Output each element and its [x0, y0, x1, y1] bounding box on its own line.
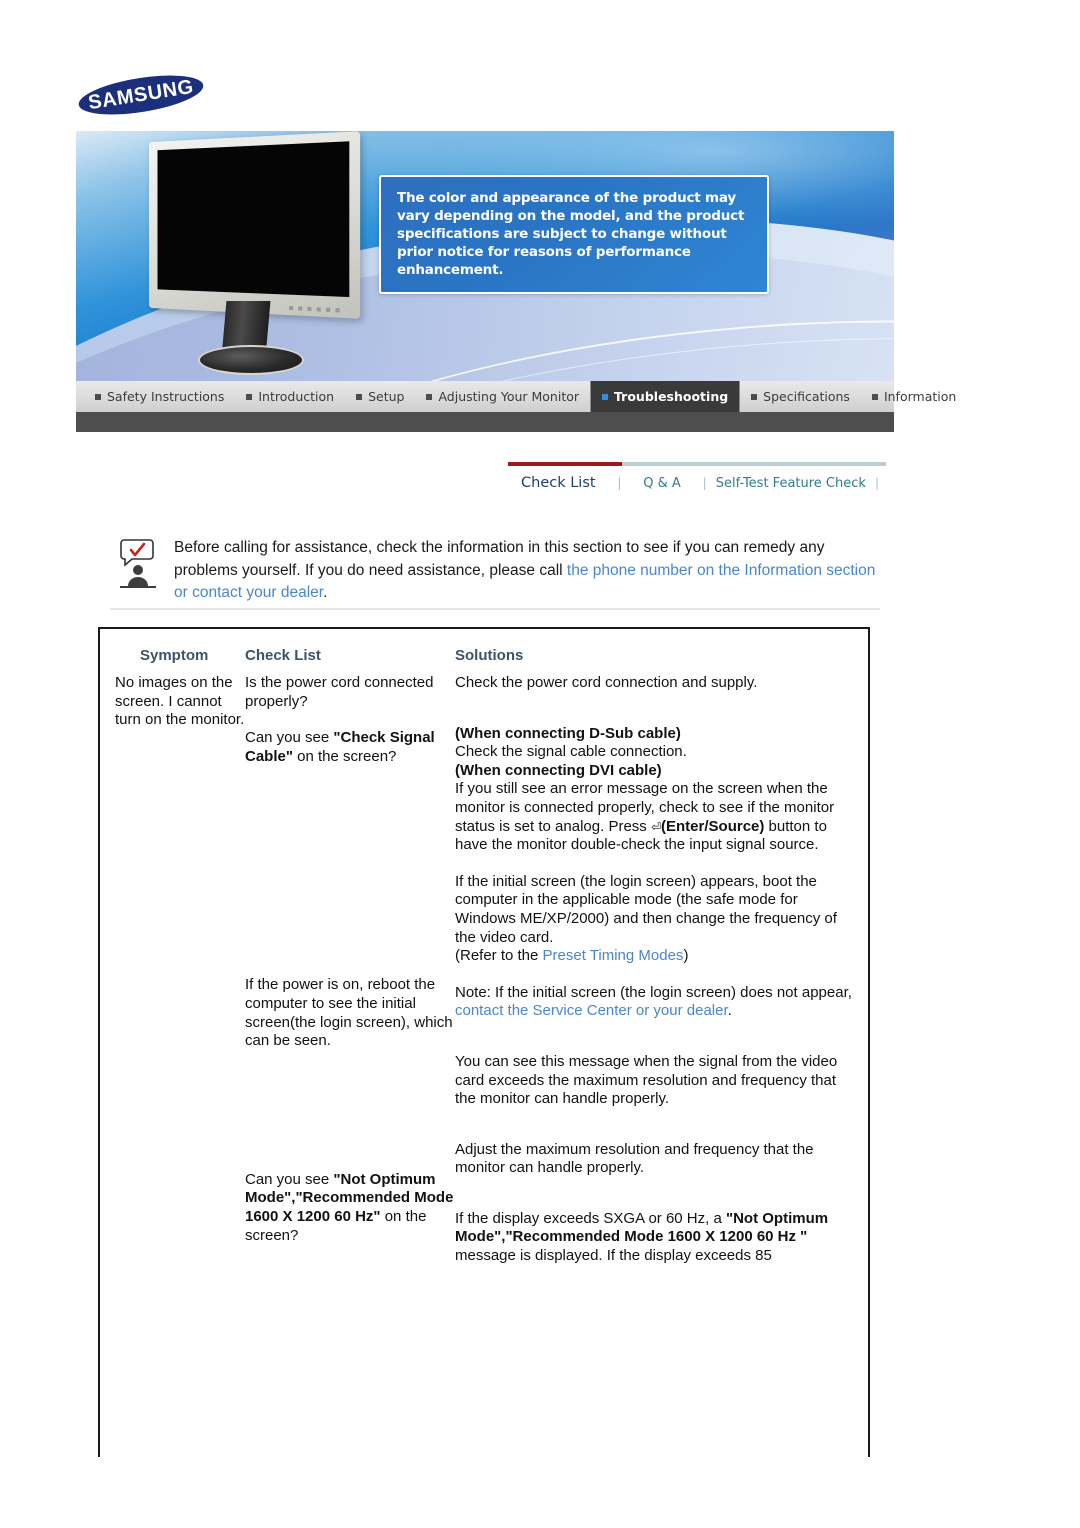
solution-item-1: Check the power cord connection and supp… [455, 674, 758, 691]
subnav-separator: | [617, 476, 622, 490]
intro-text: Before calling for assistance, check the… [174, 537, 878, 605]
sub-navigation[interactable]: Check List | Q & A | Self-Test Feature C… [508, 470, 888, 496]
text: ) [683, 947, 689, 965]
nav-label: Specifications [763, 389, 850, 404]
manual-page: SAMSUNG The color and appearance of the … [0, 0, 1080, 1528]
square-bullet-icon [95, 393, 101, 400]
solution-heading-dsub: (When connecting D-Sub cable) [455, 724, 681, 742]
nav-label: Safety Instructions [107, 389, 225, 404]
product-disclaimer-box: The color and appearance of the product … [379, 175, 769, 294]
table-header-solutions: Solutions [455, 647, 524, 664]
samsung-logo: SAMSUNG [76, 68, 208, 122]
solution-item-3: If the initial screen (the login screen)… [455, 873, 855, 966]
nav-label: Introduction [258, 389, 335, 404]
text: on the screen? [292, 747, 397, 765]
text: . [727, 1002, 732, 1020]
nav-label: Adjusting Your Monitor [438, 389, 580, 404]
subnav-active-indicator [508, 462, 622, 466]
square-bullet-icon [356, 393, 363, 400]
text: Can you see [245, 1170, 334, 1188]
square-bullet-icon [751, 393, 758, 400]
solution-item-2: (When connecting D-Sub cable) Check the … [455, 725, 855, 855]
text: Can you see [245, 729, 334, 747]
nav-item-safety-instructions[interactable]: Safety Instructions [84, 381, 235, 412]
intro-text-part2: . [323, 584, 328, 601]
service-center-link[interactable]: contact the Service Center or your deale… [455, 1002, 728, 1019]
symptom-cell: No images on the screen. I cannot turn o… [115, 674, 245, 729]
nav-item-adjusting-your-monitor[interactable]: Adjusting Your Monitor [415, 381, 590, 412]
troubleshooting-table: Symptom Check List Solutions No images o… [98, 627, 870, 1457]
nav-item-introduction[interactable]: Introduction [235, 381, 345, 412]
table-column-check-list: Is the power cord connected properly? Ca… [245, 674, 455, 1266]
intro-notice: Before calling for assistance, check the… [118, 537, 878, 605]
nav-label: Setup [368, 389, 405, 404]
monitor-screen [157, 141, 350, 298]
subnav-separator: | [874, 476, 879, 490]
text: If the display exceeds SXGA or 60 Hz, a [455, 1209, 726, 1227]
text: If the initial screen (the login screen)… [455, 872, 837, 946]
nav-item-setup[interactable]: Setup [345, 381, 415, 412]
intro-divider [110, 608, 880, 610]
emphasis: (Enter/Source) [661, 817, 765, 835]
nav-item-information[interactable]: Information [861, 381, 967, 412]
person-with-checkmark-speech-bubble-icon [118, 537, 158, 589]
preset-timing-modes-link[interactable]: Preset Timing Modes [543, 947, 684, 964]
subnav-item-self-test-feature-check[interactable]: Self-Test Feature Check [716, 476, 866, 491]
logo-wordmark: SAMSUNG [86, 75, 196, 114]
square-bullet-icon [871, 393, 878, 400]
checklist-item-1: Is the power cord connected properly? [245, 674, 434, 710]
nav-label: Troubleshooting [614, 389, 729, 404]
solution-item-4a: You can see this message when the signal… [455, 1052, 838, 1108]
navigation-footer-bar [76, 412, 894, 432]
monitor-control-buttons [289, 305, 346, 313]
table-column-solutions: Check the power cord connection and supp… [455, 674, 855, 1266]
disclaimer-text: The color and appearance of the product … [397, 190, 745, 278]
checklist-item-2: Can you see "Check Signal Cable" on the … [245, 729, 455, 766]
enter-source-key-icon: ⏎ [650, 819, 662, 834]
table-body: No images on the screen. I cannot turn o… [100, 674, 868, 1266]
solution-item-3-note: Note: If the initial screen (the login s… [455, 984, 855, 1021]
text: Check the signal cable connection. [455, 743, 687, 761]
square-bullet-icon [246, 393, 253, 400]
solution-heading-dvi: (When connecting DVI cable) [455, 761, 662, 779]
monitor-product-image [124, 131, 384, 377]
checklist-item-4: Can you see "Not Optimum Mode","Recommen… [245, 1171, 455, 1245]
subnav-item-check-list[interactable]: Check List [521, 475, 596, 491]
main-navigation[interactable]: Safety Instructions Introduction Setup A… [76, 381, 956, 412]
table-header-row: Symptom Check List Solutions [100, 629, 868, 674]
checklist-item-3: If the power is on, reboot the computer … [245, 976, 453, 1050]
subnav-item-q-and-a[interactable]: Q & A [643, 476, 681, 491]
solution-item-4c: If the display exceeds SXGA or 60 Hz, a … [455, 1210, 855, 1266]
table-header-check-list: Check List [245, 647, 321, 664]
text: message is displayed. If the display exc… [455, 1247, 772, 1265]
nav-item-troubleshooting[interactable]: Troubleshooting [590, 381, 741, 412]
square-bullet-icon [426, 393, 433, 400]
text: (Refer to the [455, 947, 543, 965]
hero-banner: The color and appearance of the product … [76, 131, 894, 381]
table-header-symptom: Symptom [140, 647, 209, 664]
monitor-stand-base [198, 345, 304, 375]
text: Note: If the initial screen (the login s… [455, 983, 852, 1001]
solution-item-4b: Adjust the maximum resolution and freque… [455, 1140, 814, 1177]
text: Press [608, 817, 651, 835]
table-column-symptom: No images on the screen. I cannot turn o… [100, 674, 245, 1266]
square-bullet-icon [602, 393, 609, 400]
subnav-separator: | [702, 476, 707, 490]
monitor-bezel [148, 131, 361, 319]
nav-item-specifications[interactable]: Specifications [740, 381, 861, 412]
nav-label: Information [883, 389, 957, 404]
